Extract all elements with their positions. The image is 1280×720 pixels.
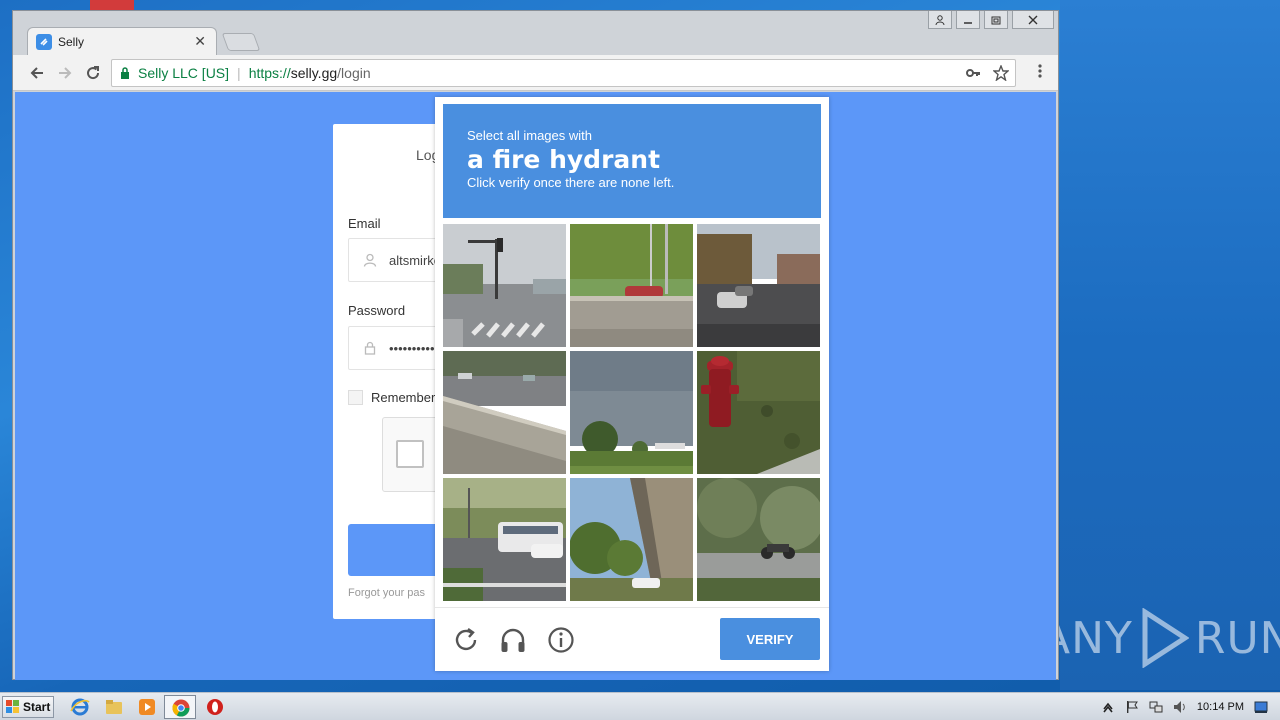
- network-icon[interactable]: [1149, 700, 1163, 714]
- remember-label: Remember: [371, 390, 436, 405]
- close-window-button[interactable]: [1012, 11, 1054, 29]
- browser-toolbar: Selly LLC [US] | https:// selly.gg /logi…: [13, 55, 1058, 91]
- start-button[interactable]: Start: [2, 696, 54, 718]
- audio-challenge-icon[interactable]: [498, 625, 528, 655]
- captcha-tile-9[interactable]: [697, 478, 820, 601]
- restore-icon: [991, 16, 1001, 24]
- play-triangle-icon: [1142, 608, 1189, 668]
- captcha-tile-7[interactable]: [443, 478, 566, 601]
- site-identity: Selly LLC [US]: [138, 65, 230, 81]
- chrome-icon: [172, 699, 190, 717]
- info-icon[interactable]: [546, 625, 576, 655]
- minimize-icon: [964, 21, 972, 24]
- user-icon: [363, 253, 377, 267]
- tab-close-icon[interactable]: ✕: [194, 33, 206, 50]
- captcha-tile-3[interactable]: [697, 224, 820, 347]
- forgot-password-link[interactable]: Forgot your pas: [348, 587, 425, 599]
- captcha-footer-divider: [435, 607, 829, 608]
- captcha-tile-4[interactable]: [443, 351, 566, 474]
- prompt-target: a fire hydrant: [467, 145, 661, 174]
- url-scheme: https://: [248, 65, 291, 81]
- start-label: Start: [23, 700, 51, 714]
- window-controls: [928, 11, 1054, 29]
- captcha-tile-5[interactable]: [570, 351, 693, 474]
- captcha-tile-8[interactable]: [570, 478, 693, 601]
- internet-explorer-icon[interactable]: [70, 697, 90, 717]
- captcha-tile-1[interactable]: [443, 224, 566, 347]
- system-tray: 10:14 PM: [1101, 693, 1280, 720]
- close-icon: [1028, 15, 1038, 24]
- show-hidden-icons-icon[interactable]: [1101, 700, 1115, 714]
- user-icon: [935, 14, 945, 25]
- arrow-left-icon: [30, 67, 43, 79]
- address-bar[interactable]: Selly LLC [US] | https:// selly.gg /logi…: [111, 59, 1016, 87]
- address-separator: |: [237, 65, 241, 81]
- captcha-challenge: Select all images with a fire hydrant Cl…: [435, 97, 829, 671]
- restore-button[interactable]: [984, 11, 1008, 29]
- user-profile-button[interactable]: [928, 11, 952, 29]
- reload-icon: [87, 66, 100, 80]
- show-desktop-icon[interactable]: [1254, 700, 1268, 714]
- browser-window: Selly ✕ Selly LLC [US] | https:// selly.…: [12, 10, 1059, 680]
- selly-favicon-icon: [36, 33, 52, 50]
- minimize-button[interactable]: [956, 11, 980, 29]
- prompt-instructions: Click verify once there are none left.: [467, 175, 675, 190]
- file-explorer-icon[interactable]: [104, 697, 124, 717]
- opera-icon[interactable]: [205, 697, 225, 717]
- prompt-pre: Select all images with: [467, 128, 592, 143]
- browser-tab[interactable]: Selly ✕: [27, 27, 217, 55]
- captcha-image-grid: [443, 224, 821, 601]
- clock[interactable]: 10:14 PM: [1197, 701, 1244, 713]
- action-center-flag-icon[interactable]: [1125, 700, 1139, 714]
- key-icon[interactable]: [965, 65, 981, 81]
- url-path: /login: [337, 65, 371, 81]
- email-label: Email: [348, 216, 381, 231]
- reload-button[interactable]: [81, 61, 105, 85]
- volume-icon[interactable]: [1173, 700, 1187, 714]
- tab-title: Selly: [58, 34, 85, 49]
- desktop-background: [1060, 0, 1280, 690]
- lock-icon: [364, 341, 376, 355]
- remember-me[interactable]: Remember: [348, 390, 435, 405]
- taskbar: Start 10:14 PM: [0, 692, 1280, 720]
- captcha-tile-6[interactable]: [697, 351, 820, 474]
- back-button[interactable]: [25, 61, 49, 85]
- url-host: selly.gg: [290, 65, 338, 81]
- lock-icon: [121, 67, 129, 79]
- captcha-prompt: Select all images with a fire hydrant Cl…: [443, 104, 821, 218]
- password-value: ••••••••••: [389, 340, 435, 356]
- watermark-right: RUN: [1194, 612, 1280, 664]
- remember-checkbox[interactable]: [348, 390, 363, 405]
- captcha-checkbox[interactable]: [396, 440, 424, 468]
- captcha-widget: [382, 417, 442, 492]
- password-label: Password: [348, 303, 406, 318]
- forward-button[interactable]: [53, 61, 77, 85]
- verify-button[interactable]: VERIFY: [720, 618, 820, 660]
- desktop-red-marker: [90, 0, 134, 10]
- windows-logo-icon: [6, 700, 19, 713]
- arrow-right-icon: [59, 67, 72, 79]
- page-viewport: Log Email altsmirko Password •••••••••• …: [15, 92, 1056, 680]
- browser-menu-icon[interactable]: [1038, 63, 1042, 84]
- email-value: altsmirko: [389, 252, 442, 268]
- captcha-tile-2[interactable]: [570, 224, 693, 347]
- taskbar-chrome-button[interactable]: [164, 695, 196, 719]
- refresh-icon[interactable]: [451, 625, 481, 655]
- anyrun-watermark: ANY RUN: [1040, 608, 1280, 668]
- star-icon[interactable]: [993, 65, 1009, 81]
- new-tab-button[interactable]: [221, 33, 261, 51]
- media-player-icon[interactable]: [137, 697, 157, 717]
